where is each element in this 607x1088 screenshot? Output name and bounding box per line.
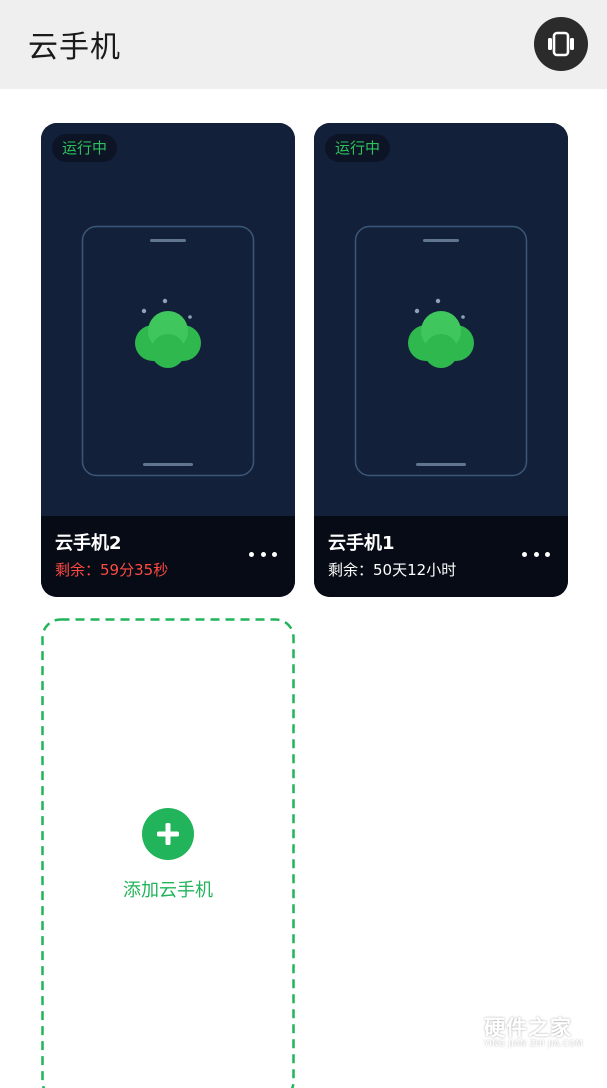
phone-switch-button[interactable] xyxy=(534,17,588,71)
remaining-label: 剩余： xyxy=(328,561,373,579)
watermark-logo-icon xyxy=(436,1008,478,1054)
phone-switch-icon xyxy=(546,31,576,57)
remaining-label: 剩余： xyxy=(55,561,100,579)
status-badge: 运行中 xyxy=(52,134,117,162)
more-dot xyxy=(545,552,550,557)
phone-illustration xyxy=(354,225,528,477)
cloud-phone-card[interactable]: 运行中 云手机1 剩余：50天12小时 xyxy=(314,123,568,597)
card-footer: 云手机2 剩余：59分35秒 xyxy=(41,516,295,597)
phone-preview[interactable]: 运行中 xyxy=(314,123,568,516)
more-dot xyxy=(534,552,539,557)
more-options-button[interactable] xyxy=(522,542,550,566)
add-cloud-phone-label[interactable]: 添加云手机 xyxy=(41,876,295,902)
remaining-value: 50天12小时 xyxy=(373,561,456,579)
phone-name: 云手机2 xyxy=(55,529,122,555)
phone-preview[interactable]: 运行中 xyxy=(41,123,295,516)
more-dot xyxy=(261,552,266,557)
phone-name: 云手机1 xyxy=(328,529,395,555)
watermark: 硬件之家 YING JIAN ZHI JIA.COM xyxy=(436,1008,596,1058)
add-cloud-phone-card[interactable]: 添加云手机 xyxy=(41,618,295,1088)
remaining-time: 剩余：50天12小时 xyxy=(328,559,456,580)
app-header: 云手机 xyxy=(0,0,607,89)
plus-icon[interactable] xyxy=(142,808,194,860)
more-dot xyxy=(249,552,254,557)
remaining-value: 59分35秒 xyxy=(100,561,168,579)
status-badge: 运行中 xyxy=(325,134,390,162)
card-footer: 云手机1 剩余：50天12小时 xyxy=(314,516,568,597)
cloud-phone-card[interactable]: 运行中 云手机2 剩余：59分35秒 xyxy=(41,123,295,597)
more-dot xyxy=(522,552,527,557)
page-title: 云手机 xyxy=(28,22,121,66)
remaining-time: 剩余：59分35秒 xyxy=(55,559,168,580)
watermark-title: 硬件之家 xyxy=(484,1012,572,1042)
phone-illustration xyxy=(81,225,255,477)
watermark-subtitle: YING JIAN ZHI JIA.COM xyxy=(484,1039,583,1048)
more-dot xyxy=(272,552,277,557)
more-options-button[interactable] xyxy=(249,542,277,566)
